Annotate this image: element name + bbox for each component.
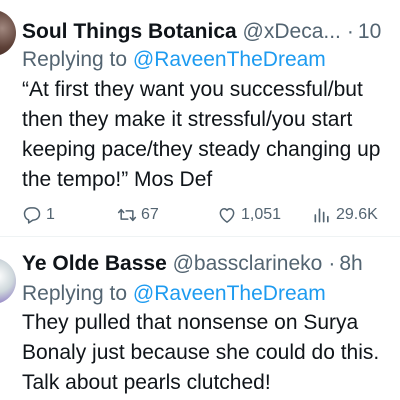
tweet-text-line: keeping pace/they steady changing up [22,138,381,161]
retweet-icon [117,208,137,222]
reply-count: 1 [46,206,55,223]
views-button[interactable]: 29.6K [312,203,378,227]
tweet-card[interactable]: Ye Olde Basse @bassclarineko · 8h Replying… [0,240,400,400]
tweet-text-line: then they make it stressful/you start [22,108,353,131]
tweet-text: “At first they want you successful/but t… [22,75,400,195]
retweet-count: 67 [141,206,159,223]
like-count: 1,051 [241,206,282,223]
avatar[interactable] [0,258,16,304]
tweet-divider [0,236,400,237]
tweet-text-line: the tempo!” Mos Def [22,168,213,191]
tweet-header: Ye Olde Basse @bassclarineko · 8h [22,251,363,277]
tweet-text: They pulled that nonsense on Surya Bonal… [22,308,400,398]
tweet-text-line: They pulled that nonsense on Surya [22,311,359,334]
replying-to-prefix: Replying to [22,282,133,305]
reply-button[interactable]: 1 [22,203,55,227]
display-name[interactable]: Ye Olde Basse [22,252,167,275]
tweet-actions: 1 67 1,051 29.6K [22,203,400,227]
retweet-button[interactable]: 67 [117,203,159,227]
tweet-text-line: Bonaly just because she could do this. [22,341,380,364]
tweet-header: Soul Things Botanica @xDeca... · 10 [22,19,381,45]
replying-to: Replying to @RaveenTheDream [22,281,326,307]
mention-link[interactable]: @RaveenTheDream [133,282,326,305]
view-count: 29.6K [336,206,378,223]
replying-to: Replying to @RaveenTheDream [22,47,326,73]
display-name[interactable]: Soul Things Botanica [22,20,237,43]
views-icon [314,208,329,223]
tweet-text-line: “At first they want you successful/but [22,78,363,101]
mention-link[interactable]: @RaveenTheDream [133,48,326,71]
separator-dot: · [328,252,336,275]
tweet-text-line: Talk about pearls clutched! [22,371,271,394]
user-handle[interactable]: @xDeca... [243,20,341,43]
user-handle[interactable]: @bassclarineko [173,252,323,275]
separator-dot: · [346,20,354,43]
timestamp[interactable]: 10 [358,20,381,43]
like-button[interactable]: 1,051 [217,203,281,227]
replying-to-prefix: Replying to [22,48,133,71]
reply-icon [23,207,41,224]
heart-icon [219,208,235,223]
tweet-card[interactable]: Soul Things Botanica @xDeca... · 10 Replyi… [0,0,400,240]
reply-thread: Soul Things Botanica @xDeca... · 10 Replyi… [0,0,400,400]
avatar[interactable] [0,10,16,56]
timestamp[interactable]: 8h [339,252,362,275]
